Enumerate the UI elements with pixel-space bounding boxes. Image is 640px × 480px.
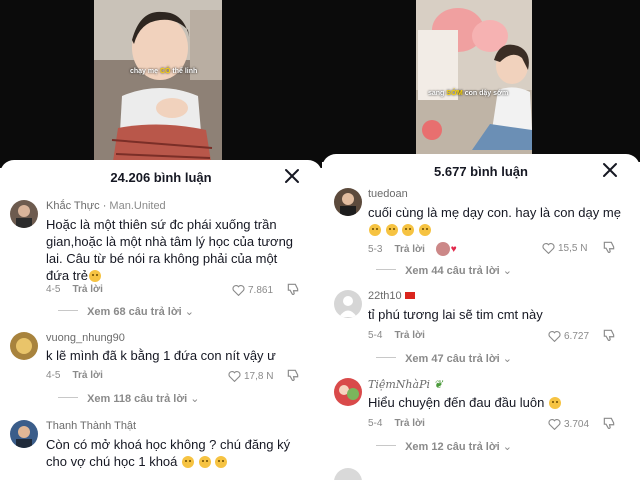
comment-author[interactable]: Thanh Thành Thật xyxy=(46,420,136,432)
pleading-emoji-icon xyxy=(198,456,211,468)
right-screenshot: sang SỚM con dậy sớm 5.677 bình luận tue… xyxy=(322,0,640,480)
video-frame-image xyxy=(0,0,322,168)
grin-emoji-icon xyxy=(369,224,381,236)
comment-item: tuedoan cuối cùng là mẹ dạy con. hay là … xyxy=(322,186,640,280)
avatar[interactable] xyxy=(10,200,38,228)
reply-button[interactable]: Trả lời xyxy=(72,284,102,295)
view-replies-button[interactable]: Xem 118 câu trả lời ⌄ xyxy=(58,392,199,405)
comment-item: Thanh Thành Thật Còn có mở khoá học khôn… xyxy=(0,418,322,480)
avatar[interactable] xyxy=(10,332,38,360)
grin-emoji-icon xyxy=(88,270,101,282)
comment-item: TiệmNhàPi ❦ Hiểu chuyện đến đau đầu luôn… xyxy=(322,376,640,456)
avatar[interactable] xyxy=(334,188,362,216)
view-replies-button[interactable]: Xem 68 câu trả lời ⌄ xyxy=(58,305,194,318)
comment-item: vuong_nhung90 k lẽ mình đã k bằng 1 đứa … xyxy=(0,330,322,410)
chevron-down-icon: ⌄ xyxy=(502,441,512,453)
comment-text: k lẽ mình đã k bằng 1 đứa con nít vậy ư xyxy=(46,348,276,363)
laugh-emoji-icon xyxy=(549,397,561,409)
reply-button[interactable]: Trả lời xyxy=(394,330,424,341)
comment-meta: 4-5 Trả lời xyxy=(46,370,103,381)
comment-text: cuối cùng là mẹ dạy con. hay là con dạy … xyxy=(368,204,630,238)
comment-meta: 4-5 Trả lời xyxy=(46,284,103,295)
dislike-icon[interactable] xyxy=(602,328,616,342)
comment-author[interactable]: TiệmNhàPi ❦ xyxy=(368,378,443,391)
plant-icon: ❦ xyxy=(433,378,443,391)
comment-item: Khắc Thực · Man.United Hoặc là một thiên… xyxy=(0,198,322,318)
comment-meta: 5-4 Trả lời xyxy=(368,418,425,429)
like-button[interactable]: 6.727 xyxy=(548,330,590,343)
grin-emoji-icon xyxy=(418,224,431,236)
comment-item: 22th10 tỉ phú tương lai sẽ tim cmt này 5… xyxy=(322,288,640,368)
heart-icon xyxy=(548,419,561,431)
dislike-icon[interactable] xyxy=(602,240,616,254)
dislike-icon[interactable] xyxy=(602,416,616,430)
grin-emoji-icon xyxy=(385,224,398,236)
view-replies-button[interactable]: Xem 47 câu trả lời ⌄ xyxy=(376,352,512,365)
like-count: 6.727 xyxy=(564,331,590,342)
dislike-icon[interactable] xyxy=(286,282,300,296)
chevron-down-icon: ⌄ xyxy=(502,265,512,277)
like-button[interactable]: 15,5 N xyxy=(542,242,588,255)
like-count: 7.861 xyxy=(248,285,274,296)
video-caption: chạy mẹ CÓ thể linh xyxy=(130,68,198,75)
like-count: 15,5 N xyxy=(558,243,588,254)
view-replies-button[interactable]: Xem 44 câu trả lời ⌄ xyxy=(376,264,512,277)
grin-emoji-icon xyxy=(402,224,415,236)
comment-text: Hoặc là một thiên sứ đc phái xuống trần … xyxy=(46,217,294,283)
video-frame-image xyxy=(322,0,640,162)
heart-icon xyxy=(228,371,241,383)
comment-meta: 5-4 Trả lời xyxy=(368,330,425,341)
video-player[interactable]: sang SỚM con dậy sớm xyxy=(322,0,640,162)
pleading-emoji-icon xyxy=(215,456,228,468)
comment-meta: 5-3 Trả lời ♥ xyxy=(368,242,457,256)
dislike-icon[interactable] xyxy=(286,368,300,382)
comment-text: Còn có mở khoá học không ? chú đăng ký c… xyxy=(46,437,291,469)
video-caption: sang SỚM con dậy sớm xyxy=(428,90,509,97)
heart-icon xyxy=(232,285,245,297)
comment-author[interactable]: vuong_nhung90 xyxy=(46,332,125,344)
chevron-down-icon: ⌄ xyxy=(184,306,194,318)
flag-icon xyxy=(404,292,415,299)
video-player[interactable]: chạy mẹ CÓ thể linh xyxy=(0,0,322,168)
comment-author[interactable]: Khắc Thực · Man.United xyxy=(46,200,166,212)
like-button[interactable]: 3.704 xyxy=(548,418,590,431)
reply-button[interactable]: Trả lời xyxy=(72,370,102,381)
like-count: 3.704 xyxy=(564,419,590,430)
reply-button[interactable]: Trả lời xyxy=(394,244,424,255)
comments-sheet: 24.206 bình luận Khắc Thực · Man.United … xyxy=(0,160,322,480)
heart-icon xyxy=(542,243,555,255)
heart-icon: ♥ xyxy=(450,244,457,255)
comment-text: tỉ phú tương lai sẽ tim cmt này xyxy=(368,307,543,322)
left-screenshot: chạy mẹ CÓ thể linh 24.206 bình luận Khắ… xyxy=(0,0,322,480)
avatar[interactable] xyxy=(334,290,362,318)
like-button[interactable]: 7.861 xyxy=(232,284,274,297)
reply-button[interactable]: Trả lời xyxy=(394,418,424,429)
like-button[interactable]: 17,8 N xyxy=(228,370,274,383)
comment-count-title: 24.206 bình luận xyxy=(110,170,212,185)
close-icon[interactable] xyxy=(280,164,304,188)
creator-liked-avatar xyxy=(435,242,450,256)
comment-author[interactable]: tuedoan xyxy=(368,188,408,200)
comment-text: Hiểu chuyện đến đau đầu luôn xyxy=(368,394,630,411)
avatar[interactable] xyxy=(10,420,38,448)
like-count: 17,8 N xyxy=(244,371,274,382)
avatar[interactable] xyxy=(334,468,362,480)
close-icon[interactable] xyxy=(598,158,622,182)
avatar[interactable] xyxy=(334,378,362,406)
pleading-emoji-icon xyxy=(182,456,195,468)
chevron-down-icon: ⌄ xyxy=(502,353,512,365)
comment-author[interactable]: 22th10 xyxy=(368,290,415,302)
view-replies-button[interactable]: Xem 12 câu trả lời ⌄ xyxy=(376,440,512,453)
heart-icon xyxy=(548,331,561,343)
comments-sheet: 5.677 bình luận tuedoan cuối cùng là mẹ … xyxy=(322,154,640,480)
chevron-down-icon: ⌄ xyxy=(190,393,200,405)
comment-count-title: 5.677 bình luận xyxy=(434,164,528,179)
